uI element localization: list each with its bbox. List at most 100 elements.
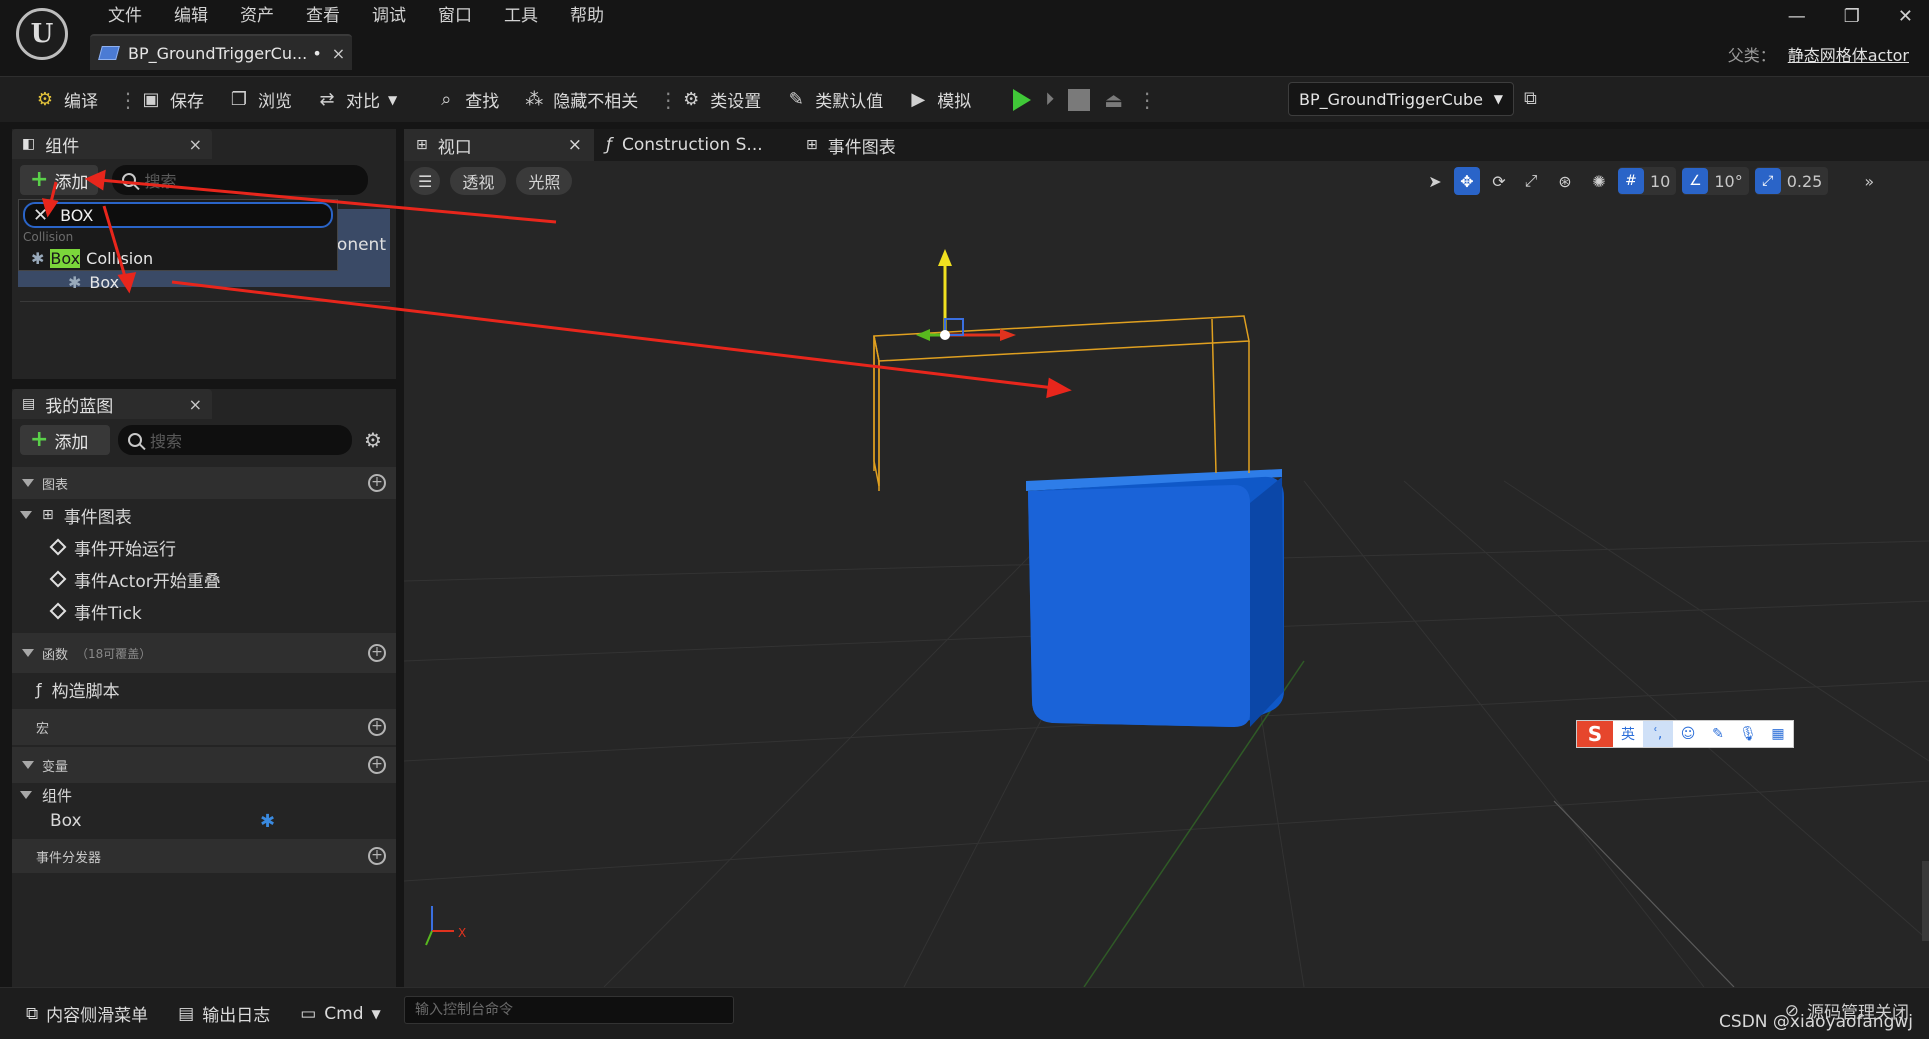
ime-language[interactable]: 英 [1613, 721, 1643, 747]
debug-object-select[interactable]: BP_GroundTriggerCube ▼ [1288, 82, 1514, 116]
world-local-icon[interactable]: ⊛ [1550, 167, 1580, 195]
section-graphs[interactable]: 图表 + [12, 467, 396, 499]
add-circle-icon[interactable]: + [368, 474, 386, 492]
tab-construction-script[interactable]: ƒ Construction S... [594, 129, 794, 161]
close-icon[interactable]: × [332, 44, 345, 63]
more-options-icon[interactable]: ⋮ [118, 85, 138, 115]
scale-snap-toggle[interactable]: ⤢ 0.25 [1754, 167, 1829, 195]
event-graph-label: 事件图表 [63, 507, 132, 528]
tree-construction-script[interactable]: ƒ 构造脚本 [12, 673, 396, 705]
menu-tools[interactable]: 工具 [488, 4, 554, 28]
add-circle-icon[interactable]: + [368, 756, 386, 774]
section-dispatchers[interactable]: 事件分发器 + [12, 839, 396, 873]
filter-input[interactable]: ✕ BOX [23, 202, 333, 228]
section-macros[interactable]: 宏 + [12, 709, 396, 745]
pen-icon[interactable]: ✎ [1703, 721, 1733, 747]
viewport-3d[interactable]: X ☰ 透视 光照 ➤ ✥ ⟳ ⤢ ⊛ ✺ #10 ∠ 10° ⤢ 0.25 » [404, 161, 1929, 987]
menu-debug[interactable]: 调试 [356, 4, 422, 28]
emoji-icon[interactable]: ☺ [1673, 721, 1703, 747]
sogou-logo-icon[interactable]: S [1577, 721, 1613, 747]
scale-icon[interactable]: ⤢ [1518, 167, 1544, 195]
tab-my-blueprint[interactable]: ▤ 我的蓝图 × [12, 389, 212, 419]
add-circle-icon[interactable]: + [368, 644, 386, 662]
class-defaults-button[interactable]: ✎ 类默认值 [773, 80, 895, 120]
clear-icon[interactable]: ✕ [33, 205, 48, 226]
menu-asset[interactable]: 资产 [224, 4, 290, 28]
add-component-label: 添加 [54, 172, 89, 193]
menu-view[interactable]: 查看 [290, 4, 356, 28]
stop-icon[interactable] [1068, 88, 1091, 111]
ime-menu-icon[interactable]: ▦ [1763, 721, 1793, 747]
component-search-input[interactable]: 搜索 [112, 165, 369, 195]
lighting-button[interactable]: 光照 [516, 167, 573, 195]
more-options-icon[interactable]: ⋮ [1137, 88, 1157, 112]
tree-components-group[interactable]: 组件 [12, 783, 396, 807]
viewport-menu-button[interactable]: ☰ [410, 167, 441, 195]
tree-event[interactable]: 事件Actor开始重叠 [12, 563, 396, 595]
box-collision-result[interactable]: ✱ Box Collision [31, 246, 153, 270]
tree-variable-box[interactable]: Box ✱ [12, 807, 396, 835]
surface-snap-icon[interactable]: ✺ [1586, 167, 1612, 195]
section-functions[interactable]: 函数 （18可覆盖） + [12, 633, 396, 673]
find-button[interactable]: ⌕ 查找 [423, 80, 511, 120]
section-variables[interactable]: 变量 + [12, 747, 396, 783]
content-drawer-button[interactable]: ⧉ 内容侧滑菜单 [14, 995, 160, 1033]
browse-button[interactable]: ❐ 浏览 [216, 80, 304, 120]
microphone-icon[interactable]: 🎙 [1733, 721, 1763, 747]
debug-filter-icon[interactable]: ⧉ [1524, 88, 1537, 109]
tab-components[interactable]: ◧ 组件 × [12, 129, 212, 159]
select-icon[interactable]: ➤ [1422, 167, 1448, 195]
compile-icon: ⚙ [36, 89, 54, 110]
tree-event-graph[interactable]: ⊞ 事件图表 [12, 499, 396, 531]
add-component-button[interactable]: + 添加 [20, 165, 99, 195]
parent-class-link[interactable]: 静态网格体actor [1788, 42, 1909, 66]
step-icon[interactable]: ⏵ [1045, 89, 1054, 110]
rotation-snap-toggle[interactable]: ∠ 10° [1682, 167, 1749, 195]
tree-event[interactable]: 事件Tick [12, 595, 396, 627]
menu-file[interactable]: 文件 [92, 4, 158, 28]
save-button[interactable]: ▣ 保存 [128, 80, 216, 120]
tab-event-graph[interactable]: ⊞ 事件图表 [794, 129, 974, 161]
close-icon[interactable]: × [189, 135, 202, 154]
close-window-button[interactable]: ✕ [1898, 6, 1913, 27]
plus-icon: + [30, 427, 49, 452]
restore-button[interactable]: ❐ [1844, 6, 1860, 27]
viewport-scene: X [404, 249, 1929, 987]
add-button[interactable]: + 添加 [20, 425, 110, 455]
drawer-icon: ⧉ [26, 1003, 39, 1024]
add-circle-icon[interactable]: + [368, 718, 386, 736]
rotate-icon[interactable]: ⟳ [1486, 167, 1512, 195]
watermark: CSDN @xiaoyaofangwj [1719, 1012, 1913, 1032]
close-icon[interactable]: × [568, 135, 582, 155]
event-label: 事件Tick [74, 603, 142, 624]
blueprint-search-input[interactable]: 搜索 [118, 425, 352, 455]
chevron-right-icon[interactable]: » [1864, 172, 1874, 191]
menu-edit[interactable]: 编辑 [158, 4, 224, 28]
tree-event[interactable]: 事件开始运行 [12, 531, 396, 563]
component-child-box[interactable]: ✱ Box [68, 269, 119, 295]
console-input[interactable]: 输入控制台命令 [404, 996, 734, 1024]
compile-button[interactable]: ⚙ 编译 [22, 80, 110, 120]
eject-icon[interactable]: ⏏ [1104, 88, 1123, 112]
hide-unrelated-button[interactable]: ⁂ 隐藏不相关 [511, 80, 650, 120]
view-mode-button[interactable]: 透视 [450, 167, 507, 195]
class-settings-button[interactable]: ⚙ 类设置 [668, 80, 773, 120]
more-options-icon[interactable]: ⋮ [658, 85, 678, 115]
simulate-button[interactable]: ▶ 模拟 [895, 80, 983, 120]
menu-help[interactable]: 帮助 [554, 4, 620, 28]
move-icon[interactable]: ✥ [1454, 167, 1480, 195]
play-icon[interactable] [1013, 88, 1032, 111]
document-tab[interactable]: BP_GroundTriggerCu... • × [90, 34, 352, 70]
minimize-button[interactable]: — [1788, 6, 1806, 27]
diff-button[interactable]: ⇄ 对比 ▼ [304, 80, 409, 120]
gear-icon[interactable]: ⚙ [364, 428, 382, 452]
tab-viewport[interactable]: ⊞ 视口 × [404, 129, 594, 161]
unreal-logo-icon[interactable]: U [16, 8, 68, 60]
add-circle-icon[interactable]: + [368, 847, 386, 865]
grid-snap-toggle[interactable]: #10 [1618, 167, 1677, 195]
cmd-select[interactable]: ▭ Cmd ▼ [288, 995, 393, 1033]
close-icon[interactable]: × [189, 395, 202, 414]
menu-window[interactable]: 窗口 [422, 4, 488, 28]
output-log-button[interactable]: ▤ 输出日志 [166, 995, 282, 1033]
punctuation-icon[interactable]: ʿ, [1643, 721, 1673, 747]
